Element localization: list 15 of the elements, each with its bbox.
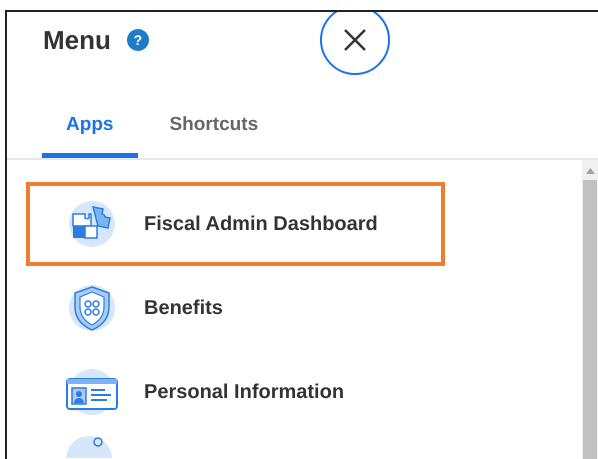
shield-icon xyxy=(67,283,117,333)
menu-title: Menu xyxy=(43,24,111,56)
id-card-icon xyxy=(64,367,120,417)
app-icon xyxy=(64,434,114,458)
scroll-up-icon xyxy=(586,168,594,174)
scrollbar-thumb[interactable] xyxy=(583,180,597,459)
app-item[interactable]: Personal Information xyxy=(26,350,445,434)
tab[interactable]: Shortcuts xyxy=(154,110,274,158)
app-item[interactable]: Benefits xyxy=(26,266,445,350)
scrollbar[interactable] xyxy=(582,160,598,459)
app-item[interactable]: Fiscal Admin Dashboard xyxy=(26,182,445,266)
help-icon[interactable]: ? xyxy=(126,29,149,51)
tab[interactable]: Apps xyxy=(42,110,138,158)
close-icon xyxy=(343,28,367,52)
puzzle-icon xyxy=(67,199,117,249)
